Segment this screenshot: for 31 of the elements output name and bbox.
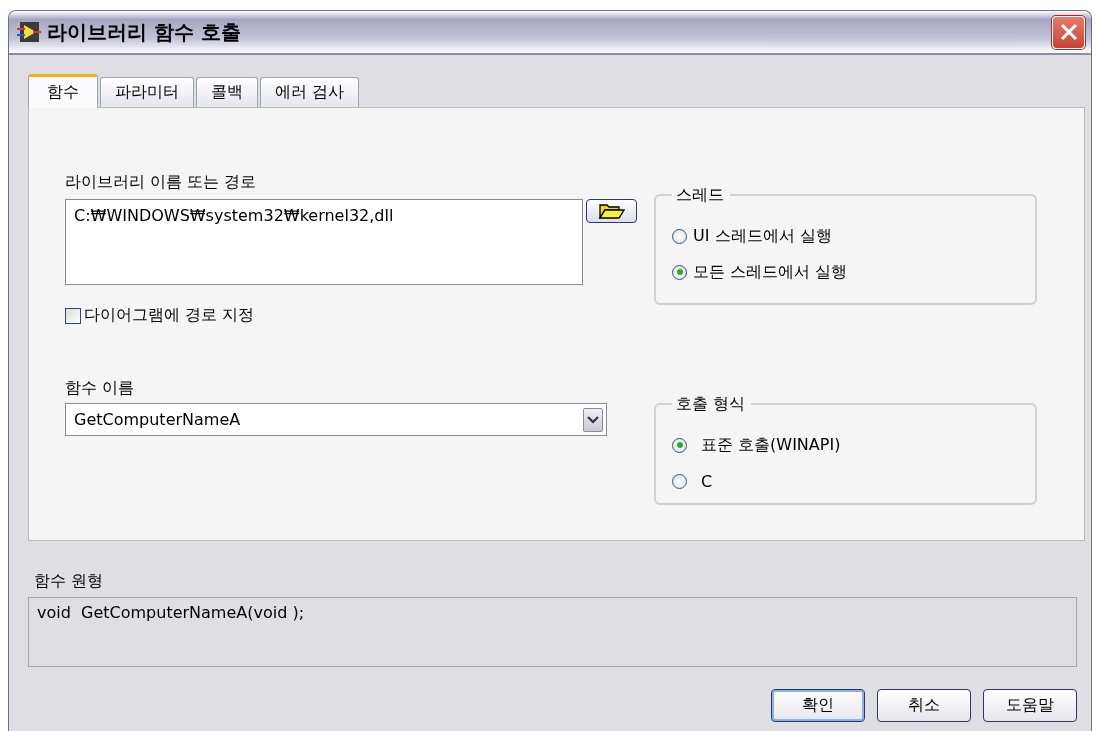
- dialog-button[interactable]: 확인: [771, 689, 865, 722]
- tab[interactable]: 파라미터: [100, 77, 194, 107]
- field-label: 함수 원형: [34, 571, 104, 592]
- function-name-dropdown[interactable]: GetComputerNameA: [65, 403, 607, 436]
- radio-button[interactable]: [672, 264, 687, 280]
- radio-label[interactable]: UI 스레드에서 실행: [693, 225, 832, 247]
- radio-button[interactable]: [672, 437, 687, 453]
- tab[interactable]: 함수: [28, 74, 98, 108]
- dialog-button[interactable]: 취소: [877, 689, 971, 722]
- folder-icon: [598, 203, 625, 219]
- dialog-button[interactable]: 도움말: [983, 689, 1077, 722]
- radio-button[interactable]: [672, 228, 687, 244]
- radio-label[interactable]: C: [701, 471, 713, 491]
- window-title: 라이브러리 함수 호출: [47, 18, 242, 46]
- tab[interactable]: 콜백: [196, 77, 258, 107]
- close-icon: [1059, 23, 1078, 41]
- checkbox[interactable]: [65, 307, 81, 324]
- radio-button[interactable]: [672, 473, 687, 489]
- checkbox-label[interactable]: 다이어그램에 경로 지정: [84, 305, 255, 326]
- tab[interactable]: 에러 검사: [260, 77, 360, 107]
- browse-button[interactable]: [586, 199, 637, 223]
- group-title: 호출 형식: [672, 394, 752, 415]
- library-path-field[interactable]: C:₩WINDOWS₩system32₩kernel32,dll: [65, 199, 583, 285]
- field-label: 함수 이름: [65, 378, 135, 399]
- prototype-field: void GetComputerNameA(void );: [28, 597, 1077, 667]
- field-label: 라이브러리 이름 또는 경로: [65, 172, 257, 193]
- app-icon: [17, 21, 41, 43]
- radio-label[interactable]: 표준 호출(WINAPI): [701, 434, 841, 456]
- radio-label[interactable]: 모든 스레드에서 실행: [693, 261, 848, 283]
- close-button[interactable]: [1052, 15, 1085, 49]
- group-title: 스레드: [672, 185, 730, 206]
